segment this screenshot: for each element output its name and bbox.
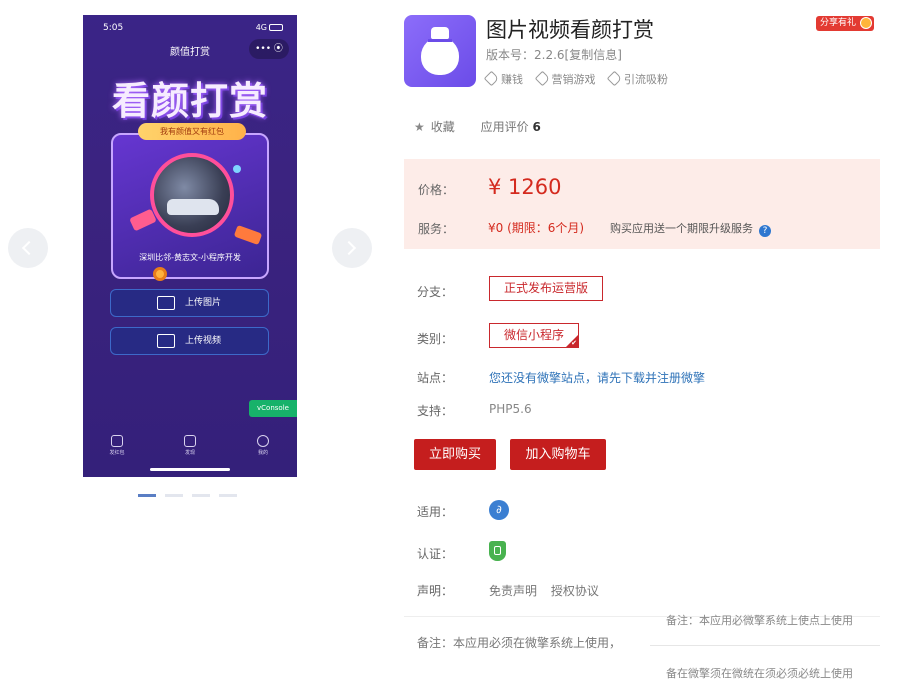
screenshot-gallery: 5:05 4G 颜值打赏 ••• ⦿ 看颜打赏 我有颜值又有红包 深圳比邻-黄志…	[0, 0, 380, 520]
service-value: ¥0 (期限：6个月)	[488, 221, 585, 235]
site-register-link[interactable]: 您还没有微擎站点，请先下载并注册微擎	[489, 369, 705, 386]
gallery-dot[interactable]	[138, 494, 156, 497]
divider	[650, 645, 880, 646]
service-note-text: 购买应用送一个期限升级服务	[610, 222, 753, 235]
cert-label: 认证：	[417, 547, 454, 561]
tag-label: 营销游戏	[551, 73, 596, 86]
share-gift-label: 分享有礼	[820, 18, 857, 28]
price-panel: 价格： ¥ 1260 服务： ¥0 (期限：6个月) 购买应用送一个期限升级服务…	[404, 159, 880, 249]
service-label: 服务：	[418, 222, 455, 236]
gallery-prev-button[interactable]	[8, 228, 48, 268]
category-option-label: 微信小程序	[504, 328, 565, 342]
vconsole-badge: vConsole	[249, 400, 297, 417]
phone-time: 5:05	[103, 23, 124, 33]
money-bag-icon-band	[428, 39, 452, 42]
gallery-dot[interactable]	[219, 494, 237, 497]
share-gift-button[interactable]: 分享有礼	[816, 16, 875, 31]
usage-note-overlay: 备在微擎须在微统在须必须必统上使用	[666, 667, 853, 680]
money-bag-icon	[421, 37, 459, 75]
phone-photo-circle	[150, 153, 234, 237]
disclaimer-link[interactable]: 免责声明	[489, 584, 537, 598]
tag-list: 赚钱 营销游戏 引流吸粉	[483, 70, 678, 87]
star-icon: ★	[414, 120, 425, 134]
app-icon	[404, 15, 476, 87]
buy-now-button[interactable]: 立即购买	[414, 439, 496, 470]
checkmark-icon: ✔	[571, 339, 578, 347]
image-icon	[157, 296, 175, 310]
tag-item[interactable]: 营销游戏	[534, 70, 596, 87]
phone-signal-text: 4G	[255, 23, 267, 32]
phone-home-indicator	[150, 468, 230, 471]
decoration-shape	[233, 165, 241, 173]
discover-icon	[184, 435, 196, 447]
phone-capsule-menu: ••• ⦿	[249, 39, 289, 59]
app-title: 图片视频看颜打赏	[486, 18, 654, 42]
branch-option[interactable]: 正式发布运营版	[489, 276, 604, 301]
category-option[interactable]: 微信小程序 ✔	[489, 323, 580, 348]
support-label: 支持：	[417, 404, 454, 418]
favorite-label: 收藏	[430, 120, 455, 134]
support-value: PHP5.6	[489, 402, 532, 416]
miniprogram-icon[interactable]: ∂	[489, 500, 509, 520]
tag-item[interactable]: 引流吸粉	[606, 70, 668, 87]
redpacket-icon	[111, 435, 123, 447]
phone-tab-discover: 发现	[170, 433, 210, 456]
branch-label: 分支：	[417, 285, 454, 299]
gallery-dot[interactable]	[165, 494, 183, 497]
coin-icon	[153, 267, 167, 281]
site-label: 站点：	[417, 371, 454, 385]
price-value: ¥ 1260	[488, 175, 562, 199]
declaration-links: 免责声明 授权协议	[489, 582, 609, 599]
chevron-left-icon	[21, 240, 37, 256]
phone-upload-image-label: 上传图片	[185, 298, 222, 308]
version-info[interactable]: 版本号：2.2.6[复制信息]	[486, 46, 622, 63]
phone-card-caption: 深圳比邻-黄志文-小程序开发	[139, 253, 241, 262]
add-to-cart-button[interactable]: 加入购物车	[510, 439, 606, 470]
film-icon	[157, 334, 175, 348]
help-icon[interactable]: ?	[759, 225, 771, 237]
battery-icon	[269, 24, 283, 31]
favorite-button[interactable]: ★ 收藏	[414, 120, 455, 134]
rating-link[interactable]: 应用评价 6	[481, 120, 541, 134]
phone-hero-title: 看颜打赏	[111, 79, 268, 123]
phone-tab-label: 发红包	[109, 450, 125, 456]
tag-icon	[606, 70, 623, 87]
tag-icon	[534, 70, 550, 87]
gallery-next-button[interactable]	[332, 228, 372, 268]
rating-label: 应用评价	[480, 120, 529, 134]
phone-screenshot: 5:05 4G 颜值打赏 ••• ⦿ 看颜打赏 我有颜值又有红包 深圳比邻-黄志…	[83, 15, 297, 477]
rating-count: 6	[532, 120, 541, 134]
phone-tab-mine: 我的	[243, 433, 283, 456]
tag-icon	[483, 70, 500, 87]
service-note: 购买应用送一个期限升级服务?	[610, 220, 771, 237]
car-image	[167, 199, 219, 215]
gallery-pagination	[138, 494, 246, 513]
phone-signal: 4G	[256, 23, 283, 32]
price-label: 价格：	[418, 183, 455, 197]
user-icon	[257, 435, 269, 447]
phone-tab-label: 我的	[257, 450, 268, 456]
gift-icon	[860, 17, 873, 29]
phone-status-bar: 5:05 4G	[83, 15, 297, 39]
tag-label: 引流吸粉	[624, 73, 668, 86]
phone-tab-redpacket: 发红包	[97, 433, 137, 456]
usage-note-overlay: 备注：本应用必微擎系统上使点上使用	[666, 614, 853, 627]
phone-tab-label: 发现	[184, 450, 195, 456]
tag-label: 赚钱	[501, 73, 523, 86]
category-label: 类别：	[417, 332, 454, 346]
favorite-rating-row: ★ 收藏 应用评价 6	[414, 118, 541, 135]
certified-shield-icon[interactable]	[489, 541, 506, 561]
license-link[interactable]: 授权协议	[551, 584, 599, 598]
chevron-right-icon	[341, 240, 357, 256]
declaration-label: 声明：	[417, 584, 454, 598]
tag-item[interactable]: 赚钱	[483, 70, 523, 87]
phone-ribbon: 我有颜值又有红包	[138, 123, 246, 140]
apply-label: 适用：	[417, 505, 454, 519]
phone-upload-image-button: 上传图片	[110, 289, 269, 317]
phone-upload-video-button: 上传视频	[110, 327, 269, 355]
gallery-dot[interactable]	[192, 494, 210, 497]
phone-upload-video-label: 上传视频	[185, 336, 222, 346]
usage-note: 备注：本应用必须在微擎系统上使用，	[417, 636, 622, 650]
phone-tab-bar: 发红包 发现 我的	[83, 433, 297, 463]
